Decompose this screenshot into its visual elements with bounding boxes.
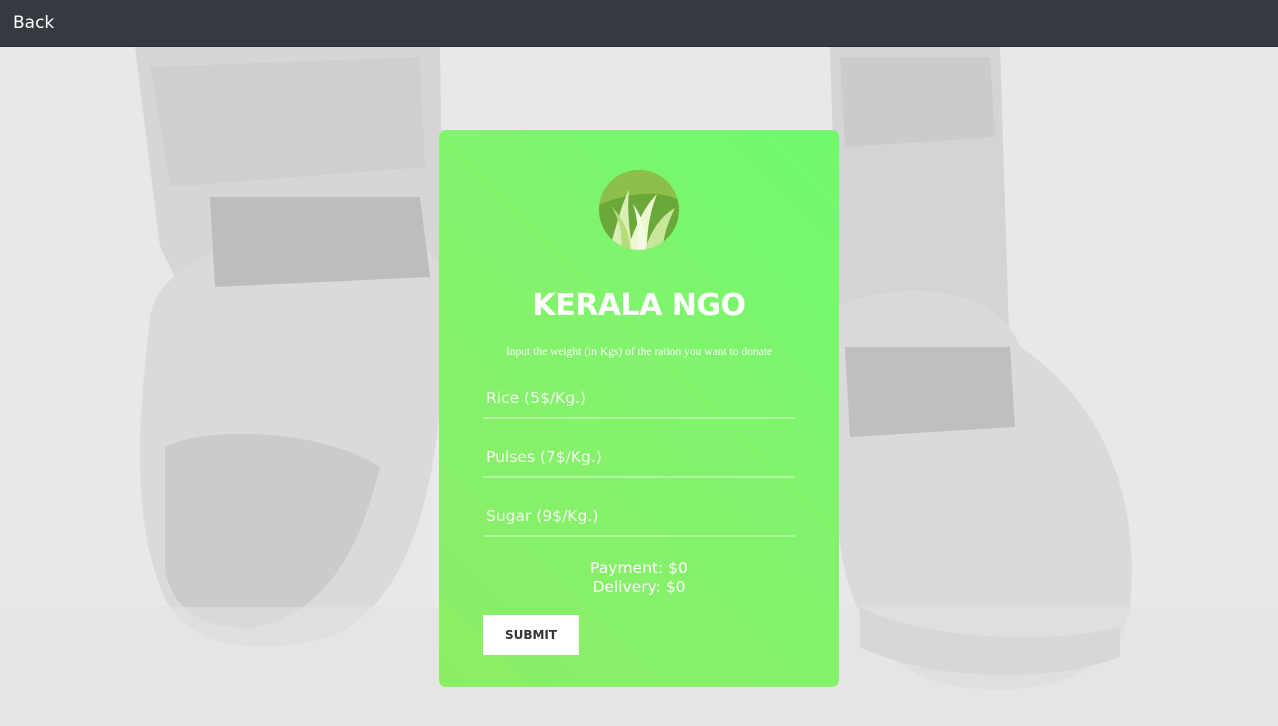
grass-leaf-logo-icon: [599, 170, 679, 250]
instruction-text: Input the weight (in Kgs) of the ration …: [505, 346, 773, 358]
rice-field: [483, 379, 795, 419]
submit-button[interactable]: SUBMIT: [483, 615, 579, 655]
pulses-input[interactable]: [483, 438, 795, 476]
sugar-field: [483, 497, 795, 537]
donation-card: KERALA NGO Input the weight (in Kgs) of …: [439, 130, 839, 687]
delivery-total: Delivery: $0: [592, 578, 686, 596]
top-navbar: Back: [0, 0, 1278, 47]
sugar-input[interactable]: [483, 497, 795, 535]
org-title: KERALA NGO: [532, 288, 746, 323]
rice-input[interactable]: [483, 379, 795, 417]
pulses-field: [483, 438, 795, 478]
totals-summary: Payment: $0 Delivery: $0: [439, 559, 839, 597]
back-link[interactable]: Back: [13, 13, 54, 33]
payment-total: Payment: $0: [590, 559, 688, 577]
